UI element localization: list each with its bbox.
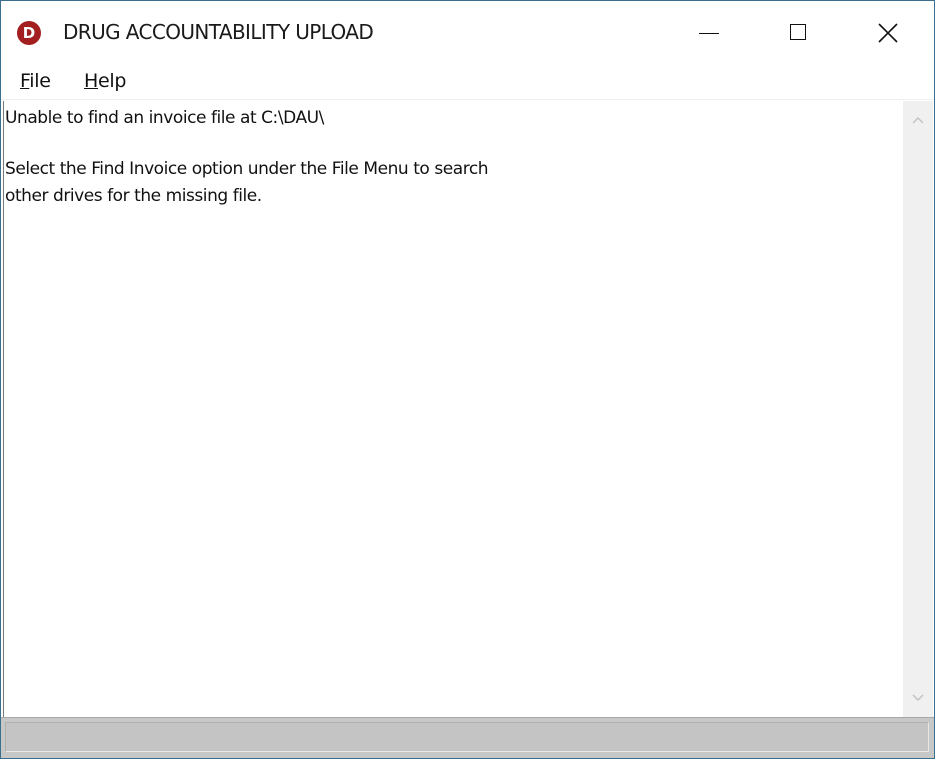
app-logo-icon[interactable]: D — [17, 21, 41, 45]
menu-bar: File Help — [1, 65, 934, 100]
minimize-icon — [699, 33, 719, 34]
status-panel — [5, 722, 929, 752]
title-bar[interactable]: D DRUG ACCOUNTABILITY UPLOAD — [1, 1, 934, 65]
chevron-up-icon — [912, 117, 924, 124]
minimize-button[interactable] — [666, 1, 758, 65]
menu-file-accelerator: F — [20, 70, 30, 92]
scroll-up-button[interactable] — [903, 101, 933, 135]
status-bar — [1, 717, 934, 758]
menu-help[interactable]: Help — [84, 70, 126, 92]
close-button[interactable] — [842, 1, 934, 65]
close-icon — [878, 23, 898, 43]
message-line-error: Unable to find an invoice file at C:\DAU… — [5, 108, 324, 128]
menu-file[interactable]: File — [20, 70, 51, 92]
message-text-area[interactable]: Unable to find an invoice file at C:\DAU… — [3, 101, 903, 717]
message-line-instruction-cont: other drives for the missing file. — [5, 186, 262, 206]
window-title: DRUG ACCOUNTABILITY UPLOAD — [63, 20, 374, 44]
vertical-scrollbar[interactable] — [903, 101, 933, 717]
maximize-icon — [790, 24, 806, 40]
menu-file-label: ile — [29, 70, 51, 92]
scroll-down-button[interactable] — [903, 683, 933, 717]
menu-help-label: elp — [98, 70, 127, 92]
main-window: D DRUG ACCOUNTABILITY UPLOAD File Help U… — [0, 0, 935, 759]
message-line-instruction: Select the Find Invoice option under the… — [5, 159, 489, 179]
menu-help-accelerator: H — [84, 70, 98, 92]
chevron-down-icon — [912, 694, 924, 701]
maximize-button[interactable] — [758, 1, 850, 65]
